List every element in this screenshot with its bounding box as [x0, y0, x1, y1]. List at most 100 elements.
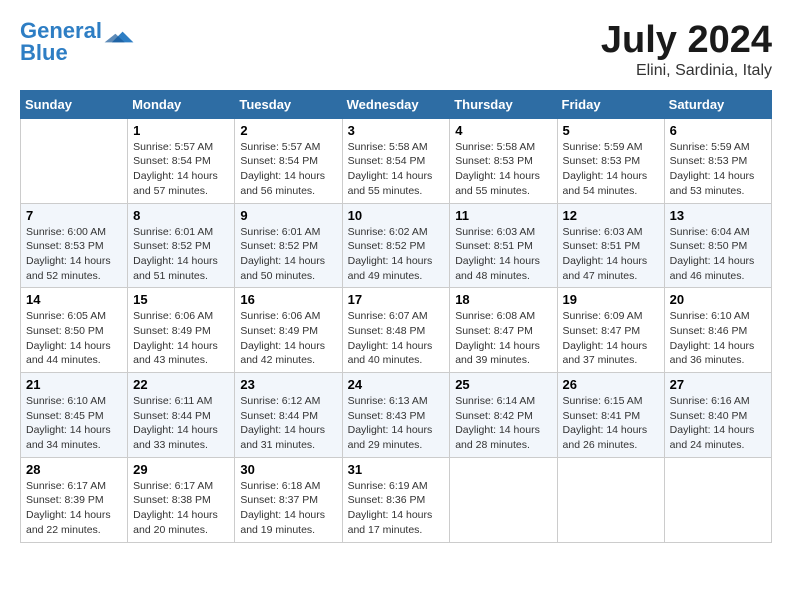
day-info: Sunrise: 5:59 AM Sunset: 8:53 PM Dayligh…	[563, 140, 659, 199]
calendar-cell: 9Sunrise: 6:01 AM Sunset: 8:52 PM Daylig…	[235, 203, 342, 288]
day-info: Sunrise: 5:58 AM Sunset: 8:53 PM Dayligh…	[455, 140, 551, 199]
calendar-cell: 31 Sunrise: 6:19 AM Sunset: 8:36 PM Dayli…	[342, 457, 450, 542]
calendar-cell: 27 Sunrise: 6:16 AM Sunset: 8:40 PM Dayli…	[664, 373, 771, 458]
day-info: Sunrise: 6:12 AM Sunset: 8:44 PM Dayligh…	[240, 394, 336, 453]
calendar-cell: 6Sunrise: 5:59 AM Sunset: 8:53 PM Daylig…	[664, 118, 771, 203]
day-number: 15	[133, 292, 229, 307]
day-info: Sunrise: 5:57 AM Sunset: 8:54 PM Dayligh…	[133, 140, 229, 199]
day-info: Sunrise: 6:11 AM Sunset: 8:44 PM Dayligh…	[133, 394, 229, 453]
day-number: 4	[455, 123, 551, 138]
calendar-cell: 15Sunrise: 6:06 AM Sunset: 8:49 PM Dayli…	[128, 288, 235, 373]
day-info: Sunrise: 6:17 AM Sunset: 8:39 PM Dayligh…	[26, 479, 122, 538]
day-info: Sunrise: 6:09 AM Sunset: 8:47 PM Dayligh…	[563, 309, 659, 368]
day-number: 10	[348, 208, 445, 223]
day-number: 17	[348, 292, 445, 307]
calendar-week-2: 7Sunrise: 6:00 AM Sunset: 8:53 PM Daylig…	[21, 203, 772, 288]
calendar-cell: 4 Sunrise: 5:58 AM Sunset: 8:53 PM Daylig…	[450, 118, 557, 203]
day-number: 9	[240, 208, 336, 223]
day-number: 14	[26, 292, 122, 307]
weekday-header-friday: Friday	[557, 90, 664, 118]
day-info: Sunrise: 6:19 AM Sunset: 8:36 PM Dayligh…	[348, 479, 445, 538]
month-year-title: July 2024	[601, 20, 772, 62]
logo: GeneralBlue	[20, 20, 134, 64]
calendar-cell: 25 Sunrise: 6:14 AM Sunset: 8:42 PM Dayli…	[450, 373, 557, 458]
calendar-cell: 30Sunrise: 6:18 AM Sunset: 8:37 PM Dayli…	[235, 457, 342, 542]
calendar-cell	[664, 457, 771, 542]
calendar-cell: 28 Sunrise: 6:17 AM Sunset: 8:39 PM Dayli…	[21, 457, 128, 542]
day-info: Sunrise: 6:14 AM Sunset: 8:42 PM Dayligh…	[455, 394, 551, 453]
day-number: 21	[26, 377, 122, 392]
calendar-cell: 11 Sunrise: 6:03 AM Sunset: 8:51 PM Dayli…	[450, 203, 557, 288]
calendar-cell: 26 Sunrise: 6:15 AM Sunset: 8:41 PM Dayli…	[557, 373, 664, 458]
calendar-cell: 29 Sunrise: 6:17 AM Sunset: 8:38 PM Dayli…	[128, 457, 235, 542]
calendar-cell: 12Sunrise: 6:03 AM Sunset: 8:51 PM Dayli…	[557, 203, 664, 288]
day-number: 28	[26, 462, 122, 477]
calendar-cell: 2Sunrise: 5:57 AM Sunset: 8:54 PM Daylig…	[235, 118, 342, 203]
day-info: Sunrise: 6:16 AM Sunset: 8:40 PM Dayligh…	[670, 394, 766, 453]
day-number: 26	[563, 377, 659, 392]
calendar-cell: 20 Sunrise: 6:10 AM Sunset: 8:46 PM Dayli…	[664, 288, 771, 373]
calendar-cell	[21, 118, 128, 203]
logo-icon	[104, 28, 134, 46]
day-info: Sunrise: 6:10 AM Sunset: 8:46 PM Dayligh…	[670, 309, 766, 368]
day-info: Sunrise: 6:04 AM Sunset: 8:50 PM Dayligh…	[670, 225, 766, 284]
day-number: 16	[240, 292, 336, 307]
calendar-cell: 8 Sunrise: 6:01 AM Sunset: 8:52 PM Daylig…	[128, 203, 235, 288]
day-number: 27	[670, 377, 766, 392]
calendar-body: 1 Sunrise: 5:57 AM Sunset: 8:54 PM Daylig…	[21, 118, 772, 542]
day-number: 1	[133, 123, 229, 138]
day-info: Sunrise: 5:57 AM Sunset: 8:54 PM Dayligh…	[240, 140, 336, 199]
weekday-header-saturday: Saturday	[664, 90, 771, 118]
day-info: Sunrise: 6:03 AM Sunset: 8:51 PM Dayligh…	[455, 225, 551, 284]
calendar-cell: 3 Sunrise: 5:58 AM Sunset: 8:54 PM Daylig…	[342, 118, 450, 203]
day-number: 12	[563, 208, 659, 223]
calendar-cell: 23 Sunrise: 6:12 AM Sunset: 8:44 PM Dayli…	[235, 373, 342, 458]
day-number: 3	[348, 123, 445, 138]
day-info: Sunrise: 6:05 AM Sunset: 8:50 PM Dayligh…	[26, 309, 122, 368]
calendar-week-1: 1 Sunrise: 5:57 AM Sunset: 8:54 PM Daylig…	[21, 118, 772, 203]
calendar-week-4: 21 Sunrise: 6:10 AM Sunset: 8:45 PM Dayli…	[21, 373, 772, 458]
day-number: 23	[240, 377, 336, 392]
location-subtitle: Elini, Sardinia, Italy	[601, 62, 772, 80]
day-number: 29	[133, 462, 229, 477]
calendar-cell	[557, 457, 664, 542]
calendar-header: SundayMondayTuesdayWednesdayThursdayFrid…	[21, 90, 772, 118]
calendar-week-3: 14 Sunrise: 6:05 AM Sunset: 8:50 PM Dayli…	[21, 288, 772, 373]
title-area: July 2024 Elini, Sardinia, Italy	[601, 20, 772, 80]
day-info: Sunrise: 6:10 AM Sunset: 8:45 PM Dayligh…	[26, 394, 122, 453]
day-info: Sunrise: 5:59 AM Sunset: 8:53 PM Dayligh…	[670, 140, 766, 199]
day-number: 30	[240, 462, 336, 477]
day-info: Sunrise: 6:13 AM Sunset: 8:43 PM Dayligh…	[348, 394, 445, 453]
day-number: 24	[348, 377, 445, 392]
day-info: Sunrise: 6:06 AM Sunset: 8:49 PM Dayligh…	[240, 309, 336, 368]
calendar-cell: 7Sunrise: 6:00 AM Sunset: 8:53 PM Daylig…	[21, 203, 128, 288]
calendar-week-5: 28 Sunrise: 6:17 AM Sunset: 8:39 PM Dayli…	[21, 457, 772, 542]
calendar-cell: 14 Sunrise: 6:05 AM Sunset: 8:50 PM Dayli…	[21, 288, 128, 373]
day-number: 8	[133, 208, 229, 223]
weekday-header-monday: Monday	[128, 90, 235, 118]
day-number: 5	[563, 123, 659, 138]
day-info: Sunrise: 5:58 AM Sunset: 8:54 PM Dayligh…	[348, 140, 445, 199]
day-number: 19	[563, 292, 659, 307]
day-number: 18	[455, 292, 551, 307]
calendar-cell: 22Sunrise: 6:11 AM Sunset: 8:44 PM Dayli…	[128, 373, 235, 458]
day-info: Sunrise: 6:08 AM Sunset: 8:47 PM Dayligh…	[455, 309, 551, 368]
day-number: 31	[348, 462, 445, 477]
day-number: 25	[455, 377, 551, 392]
day-number: 20	[670, 292, 766, 307]
day-info: Sunrise: 6:01 AM Sunset: 8:52 PM Dayligh…	[133, 225, 229, 284]
weekday-header-wednesday: Wednesday	[342, 90, 450, 118]
calendar-cell: 24 Sunrise: 6:13 AM Sunset: 8:43 PM Dayli…	[342, 373, 450, 458]
calendar-cell: 18 Sunrise: 6:08 AM Sunset: 8:47 PM Dayli…	[450, 288, 557, 373]
calendar-cell: 17 Sunrise: 6:07 AM Sunset: 8:48 PM Dayli…	[342, 288, 450, 373]
day-number: 11	[455, 208, 551, 223]
day-number: 7	[26, 208, 122, 223]
day-info: Sunrise: 6:17 AM Sunset: 8:38 PM Dayligh…	[133, 479, 229, 538]
day-info: Sunrise: 6:02 AM Sunset: 8:52 PM Dayligh…	[348, 225, 445, 284]
header-row: SundayMondayTuesdayWednesdayThursdayFrid…	[21, 90, 772, 118]
calendar-cell: 19 Sunrise: 6:09 AM Sunset: 8:47 PM Dayli…	[557, 288, 664, 373]
page-header: GeneralBlue July 2024 Elini, Sardinia, I…	[20, 20, 772, 80]
day-info: Sunrise: 6:15 AM Sunset: 8:41 PM Dayligh…	[563, 394, 659, 453]
day-info: Sunrise: 6:07 AM Sunset: 8:48 PM Dayligh…	[348, 309, 445, 368]
calendar-cell: 1 Sunrise: 5:57 AM Sunset: 8:54 PM Daylig…	[128, 118, 235, 203]
